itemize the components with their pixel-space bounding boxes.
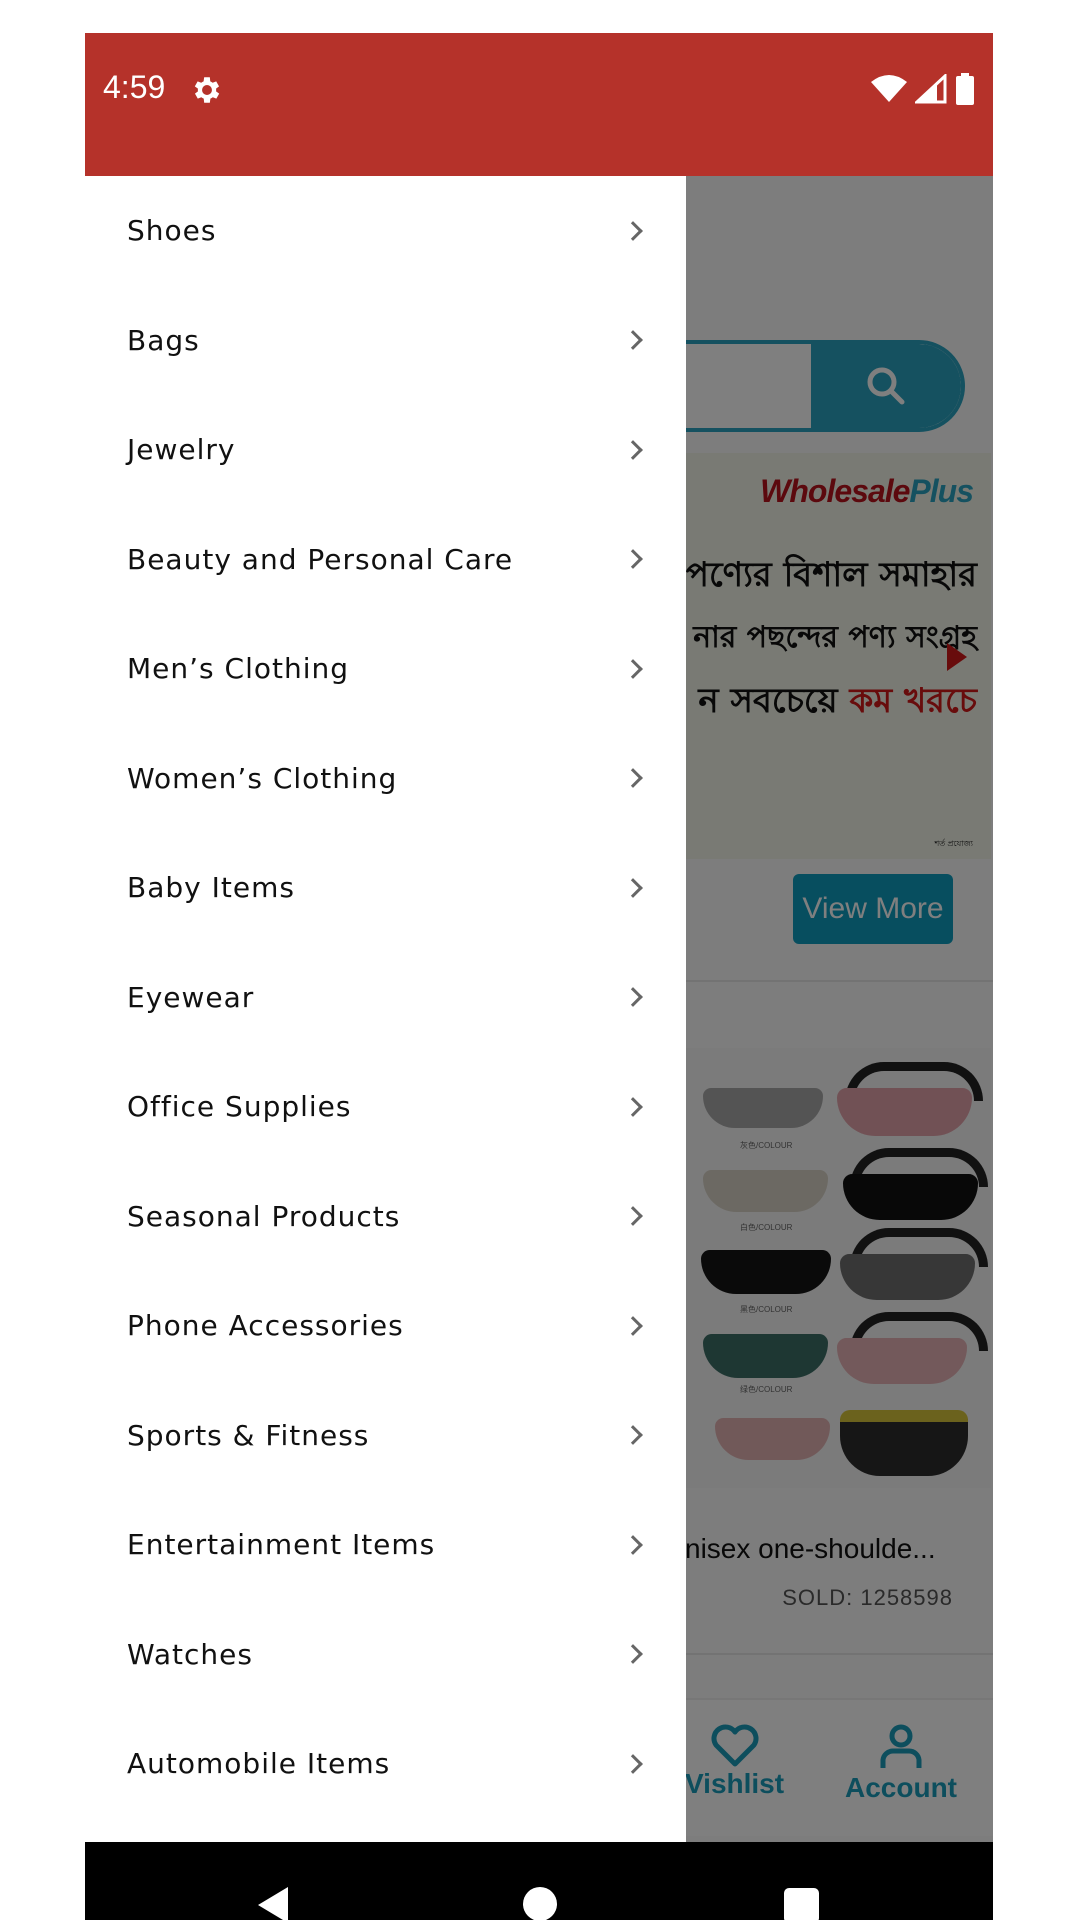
status-bar: 4:59 [85, 33, 993, 176]
menu-item-bags[interactable]: Bags [85, 286, 686, 396]
chevron-right-icon [623, 658, 643, 679]
battery-icon [955, 73, 975, 110]
chevron-right-icon [623, 1206, 643, 1227]
chevron-right-icon [623, 768, 643, 789]
chevron-right-icon [623, 1315, 643, 1336]
menu-item-mens-clothing[interactable]: Men’s Clothing [85, 614, 686, 724]
menu-item-watches[interactable]: Watches [85, 1600, 686, 1710]
status-time: 4:59 [103, 69, 166, 105]
menu-item-entertainment-items[interactable]: Entertainment Items [85, 1490, 686, 1600]
back-icon[interactable] [258, 1887, 288, 1920]
signal-icon [913, 72, 947, 109]
chevron-right-icon [623, 1753, 643, 1774]
menu-item-office-supplies[interactable]: Office Supplies [85, 1052, 686, 1162]
chevron-right-icon [623, 1534, 643, 1555]
phone-screen: 4:59 WholesalePlus টি পণ্যের বিশাল সমাহা… [85, 33, 993, 1920]
chevron-right-icon [623, 220, 643, 241]
chevron-right-icon [623, 1425, 643, 1446]
wifi-icon [871, 74, 907, 109]
menu-item-shoes[interactable]: Shoes [85, 176, 686, 286]
chevron-right-icon [623, 987, 643, 1008]
chevron-right-icon [623, 1096, 643, 1117]
menu-item-automobile-items[interactable]: Automobile Items [85, 1709, 686, 1819]
chevron-right-icon [623, 549, 643, 570]
recents-icon[interactable] [784, 1888, 819, 1920]
menu-item-jewelry[interactable]: Jewelry [85, 395, 686, 505]
chevron-right-icon [623, 877, 643, 898]
system-navigation-bar [85, 1842, 993, 1920]
menu-item-baby-items[interactable]: Baby Items [85, 833, 686, 943]
chevron-right-icon [623, 330, 643, 351]
menu-item-womens-clothing[interactable]: Women’s Clothing [85, 724, 686, 834]
chevron-right-icon [623, 1644, 643, 1665]
home-icon[interactable] [523, 1887, 557, 1920]
gear-icon [190, 73, 224, 107]
category-drawer: Shoes Bags Jewelry Beauty and Personal C… [85, 176, 686, 1842]
menu-item-phone-accessories[interactable]: Phone Accessories [85, 1271, 686, 1381]
menu-item-eyewear[interactable]: Eyewear [85, 943, 686, 1053]
menu-item-beauty[interactable]: Beauty and Personal Care [85, 505, 686, 615]
menu-item-seasonal-products[interactable]: Seasonal Products [85, 1162, 686, 1272]
chevron-right-icon [623, 439, 643, 460]
menu-item-sports-fitness[interactable]: Sports & Fitness [85, 1381, 686, 1491]
